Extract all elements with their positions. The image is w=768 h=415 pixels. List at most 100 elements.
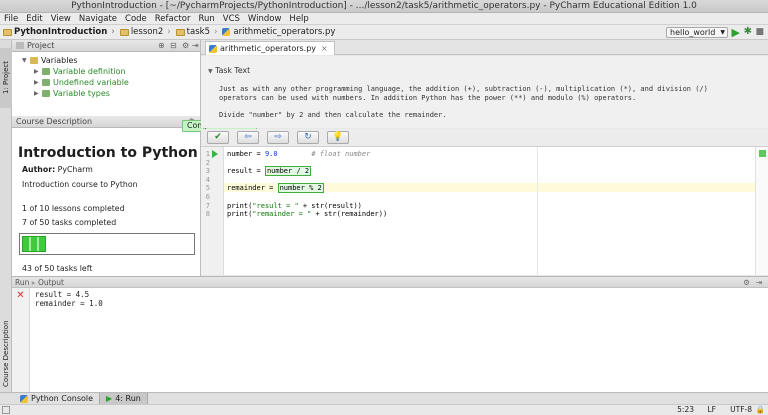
menu-refactor[interactable]: Refactor (155, 14, 191, 24)
course-description-tool-tab[interactable]: Course Description (0, 316, 12, 392)
folder-icon (175, 28, 185, 36)
line-number: 1 (205, 150, 210, 158)
tree-item-undefined-variable[interactable]: ▶ Undefined variable (22, 77, 200, 88)
menu-vcs[interactable]: VCS (223, 14, 240, 24)
project-panel-header: Project ⊕ ⊟ ⚙ ⇥ (12, 40, 200, 52)
stop-icon[interactable]: ■ (755, 27, 764, 37)
collapsed-arrow-icon: ▶ (34, 79, 39, 86)
code-line-8: print("remainder = " + str(remainder)) (227, 210, 388, 218)
console-line: result = 4.5 (35, 290, 90, 299)
expanded-arrow-icon: ▼ (22, 57, 27, 64)
chevron-down-icon: ▼ (208, 68, 213, 75)
tree-item-variable-types[interactable]: ▶ Variable types (22, 88, 200, 99)
hide-icon[interactable]: ⇥ (756, 277, 762, 288)
menu-help[interactable]: Help (289, 14, 308, 24)
menu-code[interactable]: Code (125, 14, 147, 24)
chevron-down-icon: ▼ (720, 29, 725, 36)
check-task-button[interactable]: ✔ (207, 131, 229, 144)
line-number: 7 (205, 202, 210, 210)
breadcrumb-project[interactable]: PythonIntroduction › (3, 27, 115, 37)
refresh-task-button[interactable]: ↻ (297, 131, 319, 144)
task-folder-icon (42, 68, 50, 75)
course-title: Introduction to Python (18, 145, 198, 161)
inspection-ok-icon[interactable] (759, 150, 766, 157)
course-author: Author: PyCharm (22, 165, 93, 174)
tab-arithmetic-operators[interactable]: arithmetic_operators.py × (205, 41, 335, 55)
python-console-tab[interactable]: Python Console (14, 393, 99, 405)
tree-item-variables[interactable]: ▼ Variables (22, 55, 200, 66)
bottom-tool-bar: Python Console ▶ 4: Run (0, 392, 768, 405)
caret-position[interactable]: 5:23 (677, 405, 694, 415)
menu-window[interactable]: Window (248, 14, 282, 24)
gear-icon[interactable]: ⚙ (743, 277, 750, 288)
menu-file[interactable]: File (4, 14, 18, 24)
answer-placeholder[interactable]: number / 2 (264, 166, 312, 176)
collapse-icon[interactable]: ⊟ (170, 41, 177, 50)
line-separator[interactable]: LF (708, 405, 717, 415)
progress-fill (22, 236, 46, 252)
answer-placeholder[interactable]: number % 2 (277, 183, 324, 193)
previous-task-button[interactable]: ⇦ (237, 131, 259, 144)
sync-icon[interactable]: ⊕ (158, 41, 165, 50)
collapsed-arrow-icon: ▶ (34, 90, 39, 97)
line-number: 6 (205, 193, 210, 201)
tasks-left: 43 of 50 tasks left (22, 264, 93, 273)
python-console-icon (20, 394, 28, 403)
task-line: Divide "number" by 2 and then calculate … (219, 111, 447, 119)
task-folder-icon (42, 90, 50, 97)
line-number: 3 (205, 167, 210, 175)
run-console-output[interactable]: result = 4.5 remainder = 1.0 (30, 288, 768, 392)
status-bar: 5:23 LF UTF-8 🔒 (0, 404, 768, 415)
run-panel-header: Run ▸ Output ⚙ ⇥ (12, 276, 768, 288)
line-number: 8 (205, 210, 210, 218)
right-margin-guide (537, 147, 538, 275)
debug-icon[interactable]: ✱ (744, 26, 752, 37)
close-icon[interactable]: ✕ (12, 290, 29, 301)
lessons-completed: 1 of 10 lessons completed (22, 204, 125, 213)
project-tool-tab[interactable]: 1: Project (0, 48, 12, 108)
run-icon[interactable]: ▶ (732, 26, 740, 39)
breadcrumb-file[interactable]: arithmetic_operators.py (222, 27, 335, 37)
breadcrumb-lesson[interactable]: lesson2 › (119, 27, 171, 37)
hint-button[interactable]: 💡 (327, 131, 349, 144)
menu-run[interactable]: Run (198, 14, 214, 24)
run-gutter-icon[interactable] (212, 150, 218, 158)
run-output-tab[interactable]: Output (38, 278, 64, 287)
menu-bar: File Edit View Navigate Code Refactor Ru… (0, 13, 768, 25)
line-number: 2 (205, 159, 210, 167)
python-file-icon (209, 44, 217, 53)
navigation-bar: PythonIntroduction › lesson2 › task5 › arit… (0, 25, 768, 40)
collapsed-arrow-icon: ▶ (34, 68, 39, 75)
tasks-completed: 7 of 50 tasks completed (22, 218, 117, 227)
close-icon[interactable]: × (321, 44, 328, 53)
line-number: 4 (205, 176, 210, 184)
menu-view[interactable]: View (51, 14, 71, 24)
tool-windows-icon[interactable] (2, 406, 10, 414)
breadcrumb-task[interactable]: task5 › (175, 27, 217, 37)
file-encoding[interactable]: UTF-8 (730, 405, 752, 415)
task-text-panel: ▼ Task Text Just as with any other progr… (201, 56, 768, 128)
console-line: remainder = 1.0 (35, 299, 103, 308)
code-editor[interactable]: number = 9.0 # float number result = num… (224, 147, 755, 275)
run-config-select[interactable]: hello_world ▼ (666, 27, 728, 38)
task-line: operators can be used with numbers. In a… (219, 94, 637, 102)
folder-icon (30, 57, 38, 64)
hide-icon[interactable]: ⇥ (192, 41, 199, 50)
run-tab[interactable]: ▶ 4: Run (99, 392, 148, 405)
task-text-header[interactable]: ▼ Task Text (208, 66, 250, 75)
menu-navigate[interactable]: Navigate (79, 14, 117, 24)
line-number: 5 (205, 184, 210, 192)
next-task-button[interactable]: ⇨ (267, 131, 289, 144)
run-icon: ▶ (106, 394, 113, 403)
code-line-5: remainder = number % 2 (227, 183, 324, 193)
tree-item-variable-definition[interactable]: ▶ Variable definition (22, 66, 200, 77)
menu-edit[interactable]: Edit (26, 14, 42, 24)
editor-tabs: arithmetic_operators.py × (201, 40, 768, 55)
code-line-3: result = number / 2 (227, 166, 312, 176)
project-panel: Project ⊕ ⊟ ⚙ ⇥ ▼ Variables ▶ Variable d… (12, 40, 201, 116)
window-title: PythonIntroduction - [~/PycharmProjects/… (0, 0, 768, 13)
task-folder-icon (42, 79, 50, 86)
gear-icon[interactable]: ⚙ (182, 41, 189, 50)
lock-icon[interactable]: 🔒 (756, 405, 765, 415)
python-file-icon (222, 28, 231, 36)
